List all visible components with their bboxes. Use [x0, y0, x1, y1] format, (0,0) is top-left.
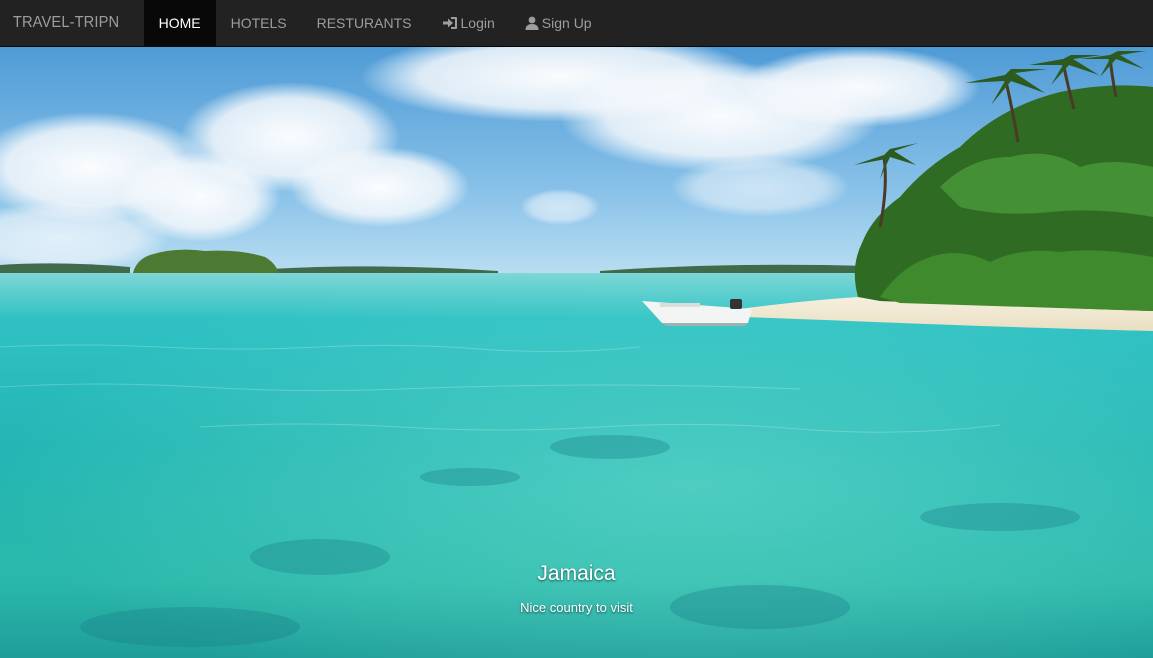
nav-hotels-label: HOTELS	[230, 15, 287, 31]
nav-signup-link[interactable]: Sign Up	[510, 0, 607, 46]
hero-carousel: Jamaica Nice country to visit	[0, 47, 1153, 658]
user-icon	[525, 16, 539, 30]
nav-home-link[interactable]: HOME	[143, 0, 216, 46]
nav-restaurants-link[interactable]: RESTURANTS	[302, 0, 427, 46]
top-navbar: TRAVEL-TRIPN HOME HOTELS RESTURANTS Logi…	[0, 0, 1153, 47]
brand-logo[interactable]: TRAVEL-TRIPN	[0, 0, 132, 46]
nav-signup-label: Sign Up	[541, 15, 592, 31]
slide-caption: Nice country to visit	[520, 600, 633, 615]
nav-menu: HOME HOTELS RESTURANTS Login Sign Up	[143, 0, 607, 46]
login-icon	[442, 16, 458, 30]
slide-title: Jamaica	[537, 562, 616, 585]
nav-login-label: Login	[460, 15, 495, 31]
nav-login-link[interactable]: Login	[427, 0, 510, 46]
nav-home-label: HOME	[158, 15, 201, 31]
nav-hotels-link[interactable]: HOTELS	[216, 0, 302, 46]
nav-restaurants-label: RESTURANTS	[316, 15, 412, 31]
